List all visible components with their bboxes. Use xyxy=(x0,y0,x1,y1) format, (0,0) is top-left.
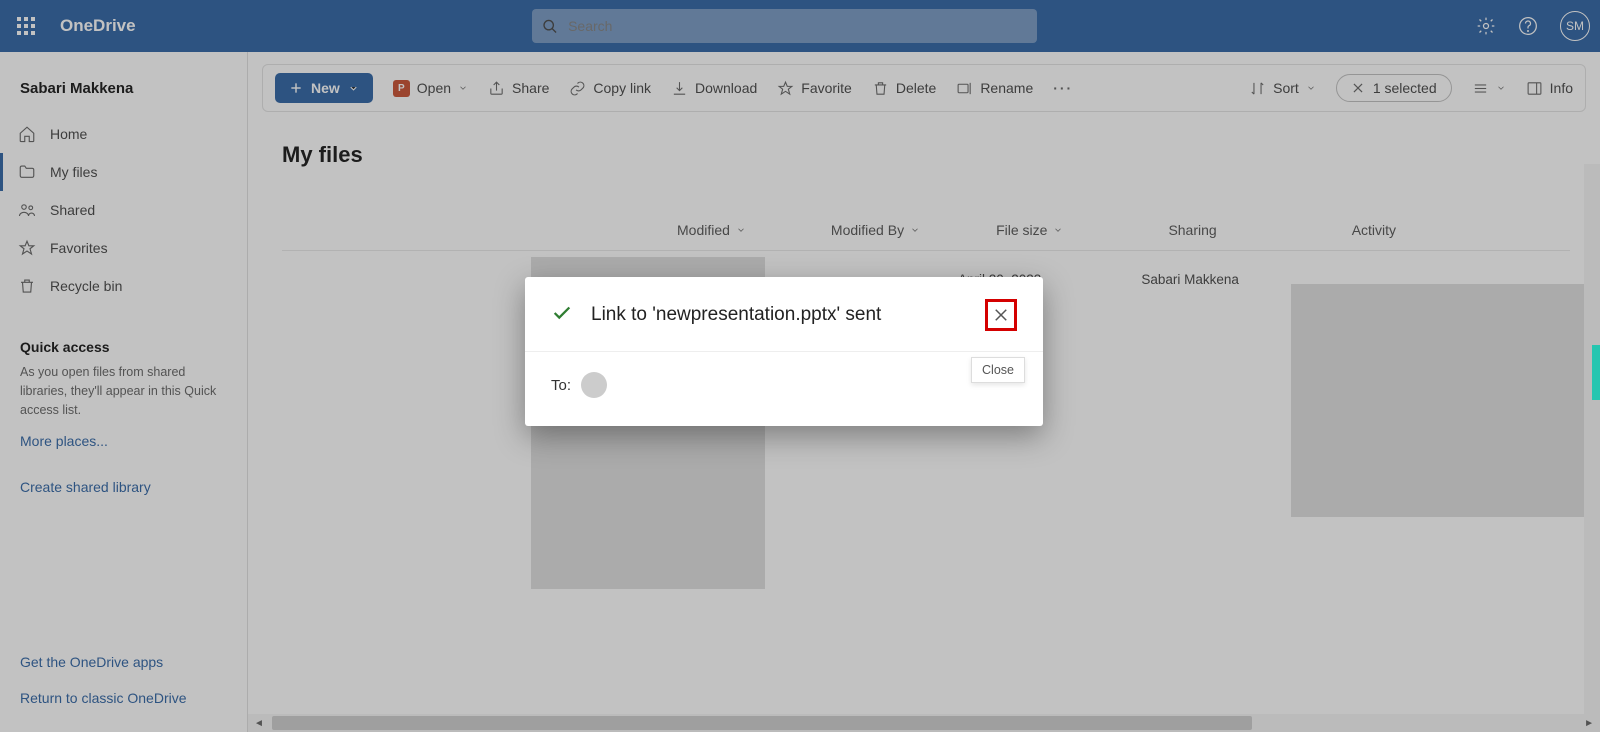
selection-pill[interactable]: 1 selected xyxy=(1336,74,1452,102)
nav-label: Favorites xyxy=(50,240,108,256)
vertical-scrollbar[interactable] xyxy=(1584,164,1600,714)
quick-access-title: Quick access xyxy=(0,305,247,363)
chevron-down-icon xyxy=(910,225,920,235)
nav-my-files[interactable]: My files xyxy=(0,153,247,191)
more-actions-button[interactable]: ··· xyxy=(1053,80,1073,96)
more-places-link[interactable]: More places... xyxy=(0,419,247,455)
brand-title: OneDrive xyxy=(60,16,136,36)
quick-access-desc: As you open files from shared libraries,… xyxy=(0,363,247,419)
download-icon xyxy=(671,80,688,97)
nav-label: Home xyxy=(50,126,87,142)
sidebar-user-name: Sabari Makkena xyxy=(0,70,247,115)
nav-shared[interactable]: Shared xyxy=(0,191,247,229)
nav-label: My files xyxy=(50,164,97,180)
sort-button[interactable]: Sort xyxy=(1249,80,1316,97)
share-button[interactable]: Share xyxy=(488,80,549,97)
column-headers: Modified Modified By File size Sharing A… xyxy=(282,222,1570,251)
info-pane-icon xyxy=(1526,80,1543,97)
scroll-left-arrow[interactable]: ◄ xyxy=(254,718,264,729)
trash-icon xyxy=(872,80,889,97)
get-onedrive-apps-link[interactable]: Get the OneDrive apps xyxy=(0,640,247,676)
chevron-down-icon xyxy=(458,83,468,93)
obscured-region-right xyxy=(1291,284,1600,517)
search-icon xyxy=(542,18,558,35)
col-modified[interactable]: Modified xyxy=(677,222,746,238)
nav-label: Recycle bin xyxy=(50,278,122,294)
favorite-button[interactable]: Favorite xyxy=(777,80,852,97)
scroll-right-arrow[interactable]: ► xyxy=(1584,718,1594,729)
view-options-button[interactable] xyxy=(1472,80,1506,97)
powerpoint-icon: P xyxy=(393,80,410,97)
nav-home[interactable]: Home xyxy=(0,115,247,153)
rename-icon xyxy=(956,80,973,97)
trash-icon xyxy=(18,277,36,295)
col-modified-by[interactable]: Modified By xyxy=(831,222,920,238)
search-box[interactable] xyxy=(532,9,1037,43)
recipient-avatar xyxy=(581,372,607,398)
sort-icon xyxy=(1249,80,1266,97)
new-button[interactable]: New xyxy=(275,73,373,103)
chevron-down-icon xyxy=(1306,83,1316,93)
to-label: To: xyxy=(551,377,571,394)
modal-title: Link to 'newpresentation.pptx' sent xyxy=(591,304,881,326)
page-title: My files xyxy=(282,142,1600,168)
chevron-down-icon xyxy=(348,83,359,94)
nav-favorites[interactable]: Favorites xyxy=(0,229,247,267)
chevron-down-icon xyxy=(1496,83,1506,93)
horizontal-scrollbar[interactable]: ◄ ► xyxy=(248,714,1600,732)
share-confirmation-modal: Link to 'newpresentation.pptx' sent Clos… xyxy=(525,277,1043,426)
plus-icon xyxy=(289,81,303,95)
delete-button[interactable]: Delete xyxy=(872,80,936,97)
help-icon[interactable] xyxy=(1518,16,1538,36)
info-button[interactable]: Info xyxy=(1526,80,1573,97)
star-icon xyxy=(777,80,794,97)
nav-label: Shared xyxy=(50,202,95,218)
close-tooltip: Close xyxy=(971,357,1025,383)
col-activity[interactable]: Activity xyxy=(1352,222,1396,238)
close-icon xyxy=(992,306,1010,324)
search-input[interactable] xyxy=(568,18,1027,34)
sidebar: Sabari Makkena Home My files Shared Favo… xyxy=(0,52,248,732)
header-actions: SM xyxy=(1476,11,1590,41)
user-avatar[interactable]: SM xyxy=(1560,11,1590,41)
col-file-size[interactable]: File size xyxy=(996,222,1063,238)
col-sharing[interactable]: Sharing xyxy=(1168,222,1216,238)
feedback-tab[interactable] xyxy=(1592,345,1600,400)
checkmark-icon xyxy=(551,302,573,329)
create-shared-library-link[interactable]: Create shared library xyxy=(0,455,247,501)
nav-recycle-bin[interactable]: Recycle bin xyxy=(0,267,247,305)
copy-link-button[interactable]: Copy link xyxy=(569,80,651,97)
app-header: OneDrive SM xyxy=(0,0,1600,52)
download-button[interactable]: Download xyxy=(671,80,757,97)
cell-modified-by: Sabari Makkena xyxy=(1141,272,1239,287)
gear-icon[interactable] xyxy=(1476,16,1496,36)
list-view-icon xyxy=(1472,80,1489,97)
folder-icon xyxy=(18,163,36,181)
share-icon xyxy=(488,80,505,97)
chevron-down-icon xyxy=(736,225,746,235)
home-icon xyxy=(18,125,36,143)
new-label: New xyxy=(311,80,340,96)
return-classic-link[interactable]: Return to classic OneDrive xyxy=(0,676,247,712)
app-launcher-button[interactable] xyxy=(0,17,52,35)
rename-button[interactable]: Rename xyxy=(956,80,1033,97)
scroll-thumb[interactable] xyxy=(272,716,1252,730)
open-button[interactable]: POpen xyxy=(393,80,468,97)
close-icon xyxy=(1351,81,1365,95)
close-button[interactable] xyxy=(985,299,1017,331)
star-icon xyxy=(18,239,36,257)
link-icon xyxy=(569,80,586,97)
people-icon xyxy=(18,201,36,219)
command-bar: New POpen Share Copy link Download Favor… xyxy=(262,64,1586,112)
waffle-icon xyxy=(17,17,35,35)
chevron-down-icon xyxy=(1053,225,1063,235)
